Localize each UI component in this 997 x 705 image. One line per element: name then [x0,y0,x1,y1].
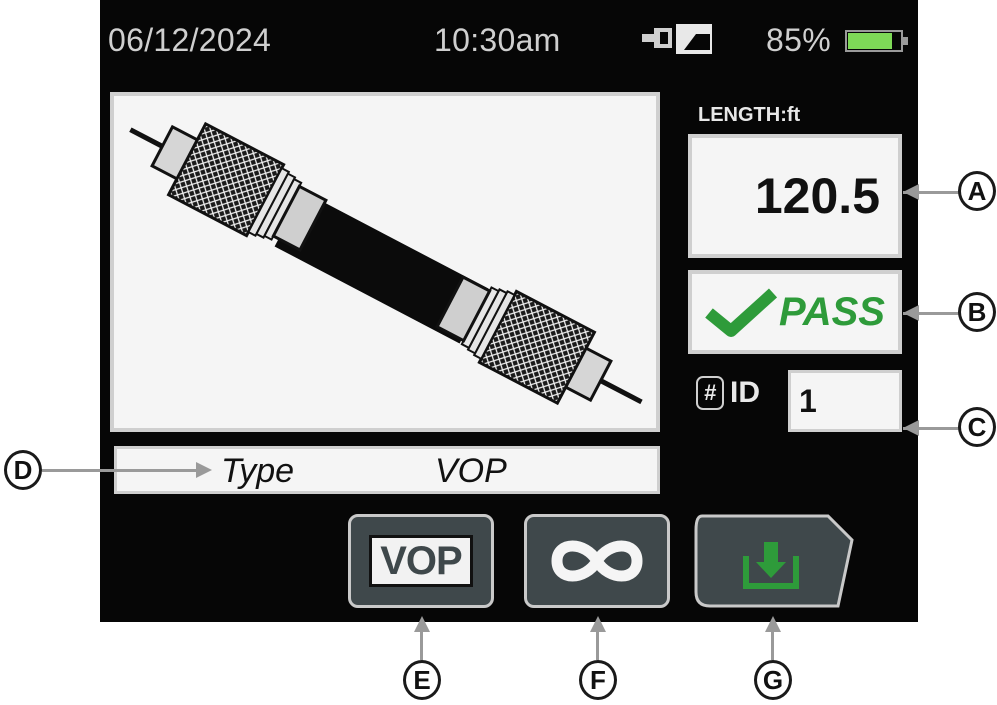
callout-a-arrow [903,184,919,200]
vop-button-label: VOP [380,538,462,583]
id-value: 1 [799,383,817,419]
callout-a: A [958,171,996,211]
callout-f: F [579,660,617,700]
callout-g-line [771,630,774,660]
callout-e-line [420,630,423,660]
vop-info-label: VOP [435,452,507,490]
length-label: LENGTH:ft [698,104,801,126]
battery-icon [845,30,908,52]
type-label: Type [221,452,295,490]
connector-icon [642,24,712,54]
id-field[interactable]: 1 [788,370,902,432]
vop-button-face: VOP [369,535,473,587]
callout-g: G [754,660,792,700]
hash-symbol: # [703,380,717,405]
time-display: 10:30am [434,22,561,58]
checkmark-icon [705,288,778,337]
device-screen: 06/12/2024 10:30am 85% LENGTH:ft 120.5 P… [100,0,918,622]
save-button[interactable] [692,512,858,610]
callout-b: B [958,292,996,332]
infinity-icon [551,540,643,582]
id-label: ID [730,376,760,409]
callout-f-line [596,630,599,660]
callout-d-arrow [196,462,212,478]
result-text: PASS [779,289,885,334]
callout-c-arrow [903,420,919,436]
result-box: PASS [688,270,902,354]
vop-button[interactable]: VOP [348,514,494,608]
date-display: 06/12/2024 [108,22,272,58]
battery-percent: 85% [766,22,831,58]
callout-e: E [403,660,441,700]
callout-d: D [4,450,42,490]
coax-cable-illustration [129,121,643,406]
length-value: 120.5 [754,168,880,224]
cable-diagram-panel [110,92,660,432]
battery-level-fill [848,33,893,49]
length-value-box: 120.5 [688,134,902,258]
callout-b-arrow [903,305,919,321]
callout-d-line [42,469,196,472]
hash-icon: # [696,376,724,410]
callout-c: C [958,407,996,447]
continuous-loop-button[interactable] [524,514,670,608]
